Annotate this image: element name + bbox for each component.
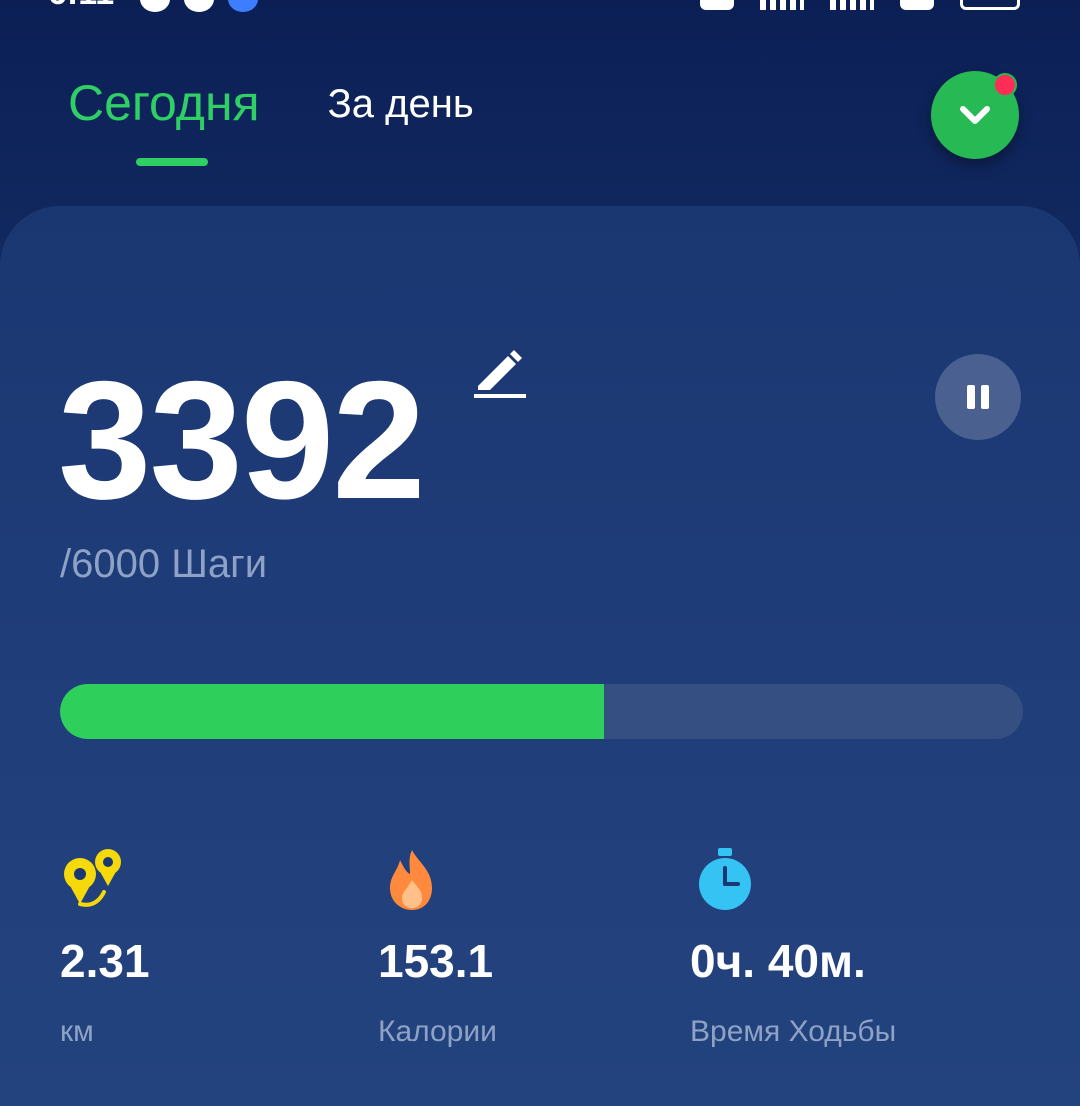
signal-icon bbox=[760, 0, 804, 10]
tab-active-indicator bbox=[136, 158, 208, 166]
steps-progress-bar bbox=[60, 684, 1023, 739]
expand-menu-button[interactable] bbox=[931, 71, 1019, 159]
stat-distance: 2.31 км bbox=[60, 846, 150, 1048]
pause-button[interactable] bbox=[935, 354, 1021, 440]
steps-count: 3392 bbox=[58, 346, 426, 534]
status-notification-icons bbox=[140, 0, 258, 12]
tab-today-label: Сегодня bbox=[68, 75, 260, 131]
calories-value: 153.1 bbox=[378, 935, 494, 987]
edit-steps-button[interactable] bbox=[470, 342, 530, 402]
steps-progress-fill bbox=[60, 684, 605, 739]
calories-label: Калории bbox=[378, 1015, 497, 1048]
pencil-icon bbox=[474, 350, 526, 398]
walking-time-value: 0ч. 40м. bbox=[690, 935, 866, 987]
status-time: 6:11 bbox=[48, 0, 114, 13]
stat-walking-time: 0ч. 40м. Время Ходьбы bbox=[690, 846, 896, 1048]
walking-time-label: Время Ходьбы bbox=[690, 1015, 897, 1048]
tab-per-day-label: За день bbox=[327, 82, 474, 126]
pause-icon bbox=[967, 385, 989, 409]
telegram-icon bbox=[140, 0, 170, 12]
status-bar: 6:11 bbox=[0, 0, 1080, 14]
stat-calories: 153.1 Калории bbox=[378, 846, 497, 1048]
stopwatch-icon bbox=[699, 848, 751, 910]
muted-bell-icon bbox=[700, 0, 734, 10]
battery-icon bbox=[960, 0, 1020, 10]
signal-icon-2 bbox=[830, 0, 874, 10]
status-system-icons bbox=[700, 0, 1020, 10]
messenger-icon bbox=[228, 0, 258, 12]
route-pins-icon bbox=[64, 849, 121, 907]
tab-per-day[interactable]: За день bbox=[328, 74, 474, 134]
notification-dot bbox=[993, 73, 1017, 97]
period-tabs: Сегодня За день bbox=[68, 70, 474, 166]
distance-value: 2.31 bbox=[60, 935, 150, 987]
wifi-icon bbox=[900, 0, 934, 10]
flame-icon bbox=[390, 850, 432, 910]
steps-card: 3392 /6000 Шаги 2.31 км 153.1 Калории 0ч… bbox=[0, 206, 1080, 1106]
whatsapp-icon bbox=[184, 0, 214, 12]
steps-goal: /6000 Шаги bbox=[60, 542, 268, 586]
tab-today[interactable]: Сегодня bbox=[68, 70, 260, 166]
chevron-down-icon bbox=[960, 106, 990, 124]
distance-label: км bbox=[60, 1015, 94, 1048]
